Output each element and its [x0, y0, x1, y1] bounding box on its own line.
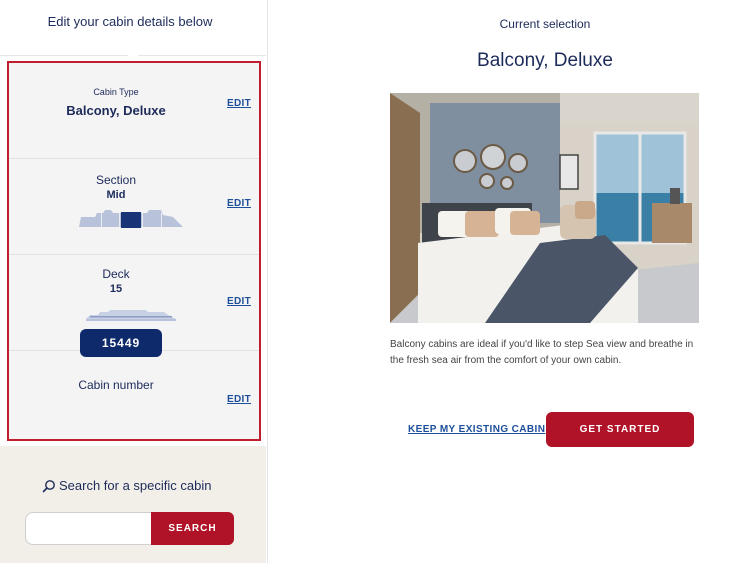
current-selection-title: Balcony, Deluxe: [477, 50, 613, 71]
cabin-number-value: 15449: [80, 329, 162, 357]
search-label: Search for a specific cabin: [42, 478, 211, 493]
cabin-number-card: Cabin number EDIT: [9, 351, 259, 439]
search-icon: [42, 479, 55, 492]
edit-cabin-type-link[interactable]: EDIT: [227, 98, 251, 109]
ship-section-icon: [79, 210, 183, 228]
edit-cabin-number-link[interactable]: EDIT: [227, 394, 251, 405]
edit-deck-link[interactable]: EDIT: [227, 296, 251, 307]
cabin-search-section: Search for a specific cabin SEARCH: [0, 446, 266, 563]
cabin-number-label: Cabin number: [78, 378, 154, 392]
section-value: Mid: [106, 189, 126, 201]
section-card: Section Mid EDIT: [9, 159, 259, 255]
deck-value: 15: [109, 283, 123, 295]
edit-panel-title: Edit your cabin details below: [47, 14, 213, 29]
section-label: Section: [95, 173, 137, 187]
cabin-search-input[interactable]: [25, 512, 152, 545]
cabin-photo-illustration: [390, 93, 699, 323]
keep-existing-cabin-link[interactable]: KEEP MY EXISTING CABIN: [408, 424, 545, 435]
divider-notch: [128, 51, 138, 57]
search-button[interactable]: SEARCH: [151, 512, 234, 545]
cabin-photo: [390, 93, 699, 323]
cabin-description: Balcony cabins are ideal if you'd like t…: [390, 339, 694, 366]
ship-deck-icon: [86, 310, 176, 321]
edit-section-link[interactable]: EDIT: [227, 198, 251, 209]
get-started-button[interactable]: GET STARTED: [546, 412, 694, 447]
cabin-details-cards: Cabin Type Balcony, Deluxe EDIT Section …: [7, 61, 261, 441]
edit-cabin-panel: Edit your cabin details below Cabin Type…: [0, 0, 268, 563]
cabin-type-value: Balcony, Deluxe: [66, 103, 166, 118]
search-label-text: Search for a specific cabin: [59, 478, 212, 493]
cabin-type-card: Cabin Type Balcony, Deluxe EDIT: [9, 63, 259, 159]
current-selection-label: Current selection: [499, 17, 591, 31]
cabin-selection-page: Edit your cabin details below Cabin Type…: [0, 0, 750, 563]
deck-label: Deck: [102, 267, 130, 281]
cabin-type-label: Cabin Type: [93, 87, 139, 97]
